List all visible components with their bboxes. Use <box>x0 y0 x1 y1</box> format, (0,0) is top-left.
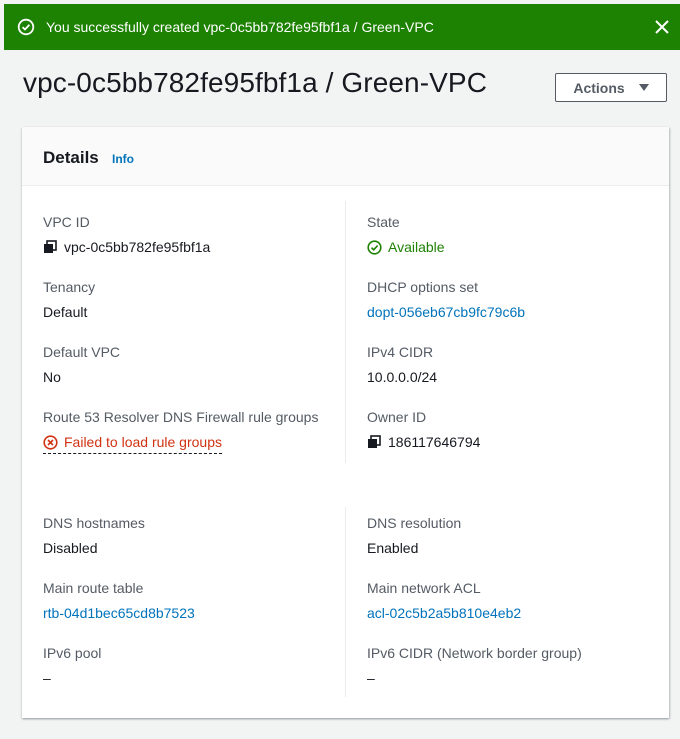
details-panel-header: Details Info <box>22 127 669 186</box>
field-value: Failed to load rule groups <box>64 434 222 450</box>
field-ipv6-pool: IPv6 pool – <box>43 644 101 687</box>
field-ipv6-cidr: IPv6 CIDR (Network border group) – <box>367 644 582 687</box>
field-value: 10.0.0.0/24 <box>367 369 438 385</box>
field-label: IPv4 CIDR <box>367 344 434 360</box>
copy-icon[interactable] <box>367 435 381 449</box>
field-value: No <box>43 369 61 385</box>
check-circle-icon <box>367 239 382 255</box>
field-value: Available <box>388 239 445 255</box>
error-icon <box>43 434 58 450</box>
field-state: State Available <box>367 213 445 256</box>
main-network-acl-link[interactable]: acl-02c5b2a5b810e4eb2 <box>367 604 521 622</box>
field-route53-firewall: Route 53 Resolver DNS Firewall rule grou… <box>43 408 318 454</box>
field-label: IPv6 CIDR (Network border group) <box>367 645 582 661</box>
actions-dropdown-button[interactable]: Actions <box>555 73 667 102</box>
field-main-route-table: Main route table rtb-04d1bec65cd8b7523 <box>43 579 195 622</box>
field-value: Enabled <box>367 540 419 556</box>
field-value: vpc-0c5bb782fe95fbf1a <box>64 239 211 255</box>
field-dhcp-options: DHCP options set dopt-056eb67cb9fc79c6b <box>367 278 525 321</box>
field-label: Owner ID <box>367 409 427 425</box>
info-link[interactable]: Info <box>112 152 134 166</box>
field-dns-resolution: DNS resolution Enabled <box>367 514 461 557</box>
field-label: DHCP options set <box>367 279 479 295</box>
field-label: State <box>367 214 400 230</box>
copy-icon[interactable] <box>43 240 57 254</box>
field-value: Disabled <box>43 540 98 556</box>
caret-down-icon <box>638 84 649 91</box>
page-title: vpc-0c5bb782fe95fbf1a / Green-VPC <box>23 67 488 98</box>
field-label: Main network ACL <box>367 580 481 596</box>
field-tenancy: Tenancy Default <box>43 278 95 321</box>
field-value: Default <box>43 304 88 320</box>
field-main-network-acl: Main network ACL acl-02c5b2a5b810e4eb2 <box>367 579 521 622</box>
field-dns-hostnames: DNS hostnames Disabled <box>43 514 145 557</box>
field-label: IPv6 pool <box>43 645 102 661</box>
field-label: Main route table <box>43 580 144 596</box>
field-vpc-id: VPC ID vpc-0c5bb782fe95fbf1a <box>43 213 210 256</box>
dhcp-options-link[interactable]: dopt-056eb67cb9fc79c6b <box>367 303 525 321</box>
details-panel: Details Info VPC ID vpc-0c5bb782fe95fbf1… <box>22 127 669 718</box>
main-route-table-link[interactable]: rtb-04d1bec65cd8b7523 <box>43 604 195 622</box>
details-title: Details <box>43 148 99 167</box>
field-value: 186117646794 <box>388 434 481 450</box>
success-check-icon <box>17 18 35 36</box>
field-default-vpc: Default VPC No <box>43 343 120 386</box>
field-label: Tenancy <box>43 279 96 295</box>
field-owner-id: Owner ID 186117646794 <box>367 408 480 451</box>
field-label: DNS hostnames <box>43 515 145 531</box>
field-value: – <box>43 670 51 686</box>
flash-message: You successfully created vpc-0c5bb782fe9… <box>46 19 434 35</box>
actions-label: Actions <box>573 79 625 96</box>
field-ipv4-cidr: IPv4 CIDR 10.0.0.0/24 <box>367 343 437 386</box>
close-icon[interactable] <box>653 18 671 36</box>
field-value: – <box>367 670 375 686</box>
field-label: DNS resolution <box>367 515 462 531</box>
field-label: Default VPC <box>43 344 121 360</box>
field-label: VPC ID <box>43 214 90 230</box>
column-divider <box>345 201 346 463</box>
error-status[interactable]: Failed to load rule groups <box>43 433 222 454</box>
field-label: Route 53 Resolver DNS Firewall rule grou… <box>43 409 319 425</box>
column-divider <box>345 507 346 697</box>
success-flash-banner: You successfully created vpc-0c5bb782fe9… <box>4 4 680 50</box>
